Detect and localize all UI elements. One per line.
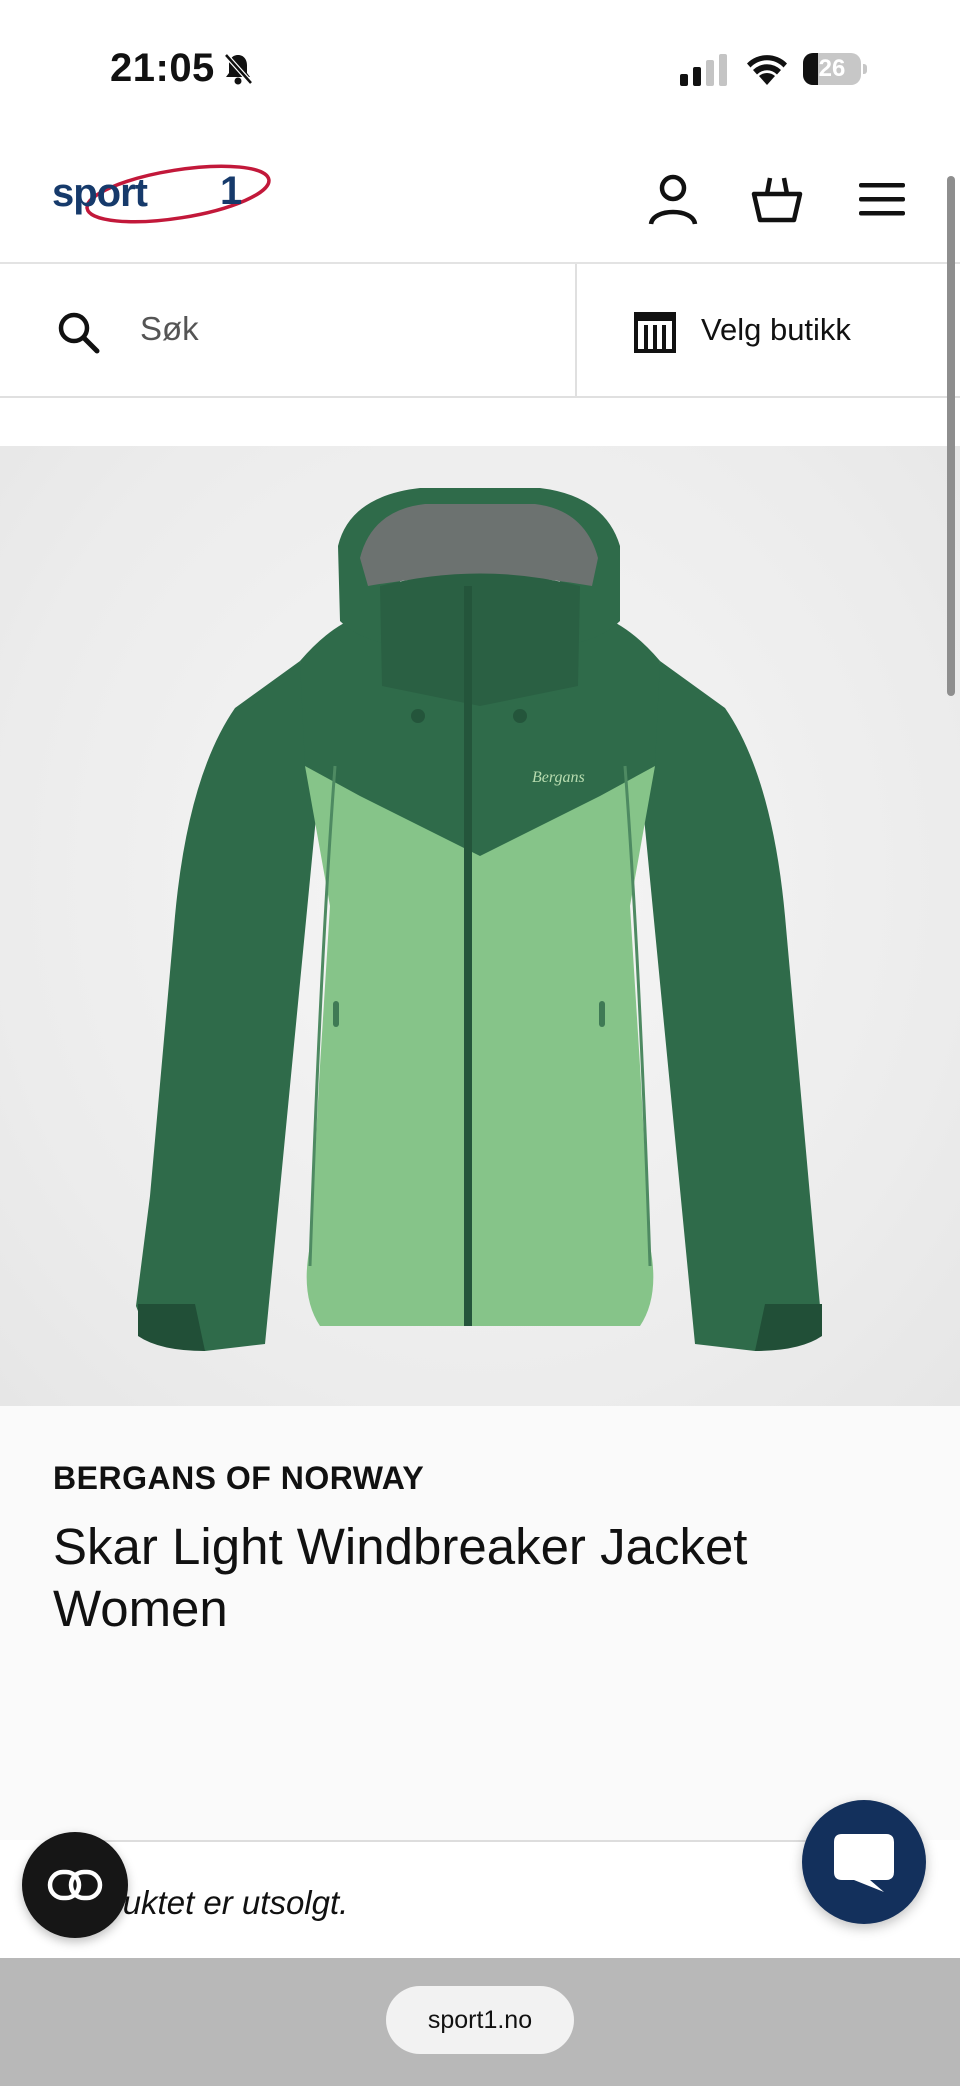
status-bar: 21:05 26 [0,0,960,140]
search-field[interactable]: Søk [0,264,577,396]
store-icon [634,312,676,353]
search-bar-row: Søk Velg butikk [0,264,960,398]
scrollbar[interactable] [947,176,955,696]
jacket-brand-logo: Bergans [532,769,585,786]
battery-indicator: 26 [803,53,867,85]
choose-store-button[interactable]: Velg butikk [577,264,960,396]
search-placeholder: Søk [140,310,199,347]
breadcrumb [0,398,960,446]
product-title: Skar Light Windbreaker Jacket Women [53,1518,748,1637]
accessibility-button[interactable] [22,1832,128,1938]
cellular-signal-icon [680,54,727,86]
bell-muted-icon [224,53,253,85]
battery-percentage: 26 [818,55,846,82]
sport1-logo[interactable]: sport 1 [50,160,280,238]
product-image[interactable]: Bergans [0,446,960,1406]
url-address-bar[interactable]: sport1.no [386,1986,574,2054]
shopping-basket-icon[interactable] [750,172,804,226]
jacket-illustration: Bergans [136,488,822,1351]
choose-store-label: Velg butikk [701,312,851,347]
hamburger-menu-icon[interactable] [856,172,910,226]
svg-text:sport: sport [52,171,148,215]
svg-text:1: 1 [220,169,242,213]
chat-bubble-icon [834,1834,894,1892]
status-time: 21:05 [110,46,215,90]
user-account-icon[interactable] [646,172,700,226]
product-brand[interactable]: BERGANS OF NORWAY [53,1460,424,1497]
wifi-icon [747,55,787,85]
infinity-link-icon [47,1869,103,1901]
search-icon [58,312,100,354]
chat-button[interactable] [802,1800,926,1924]
